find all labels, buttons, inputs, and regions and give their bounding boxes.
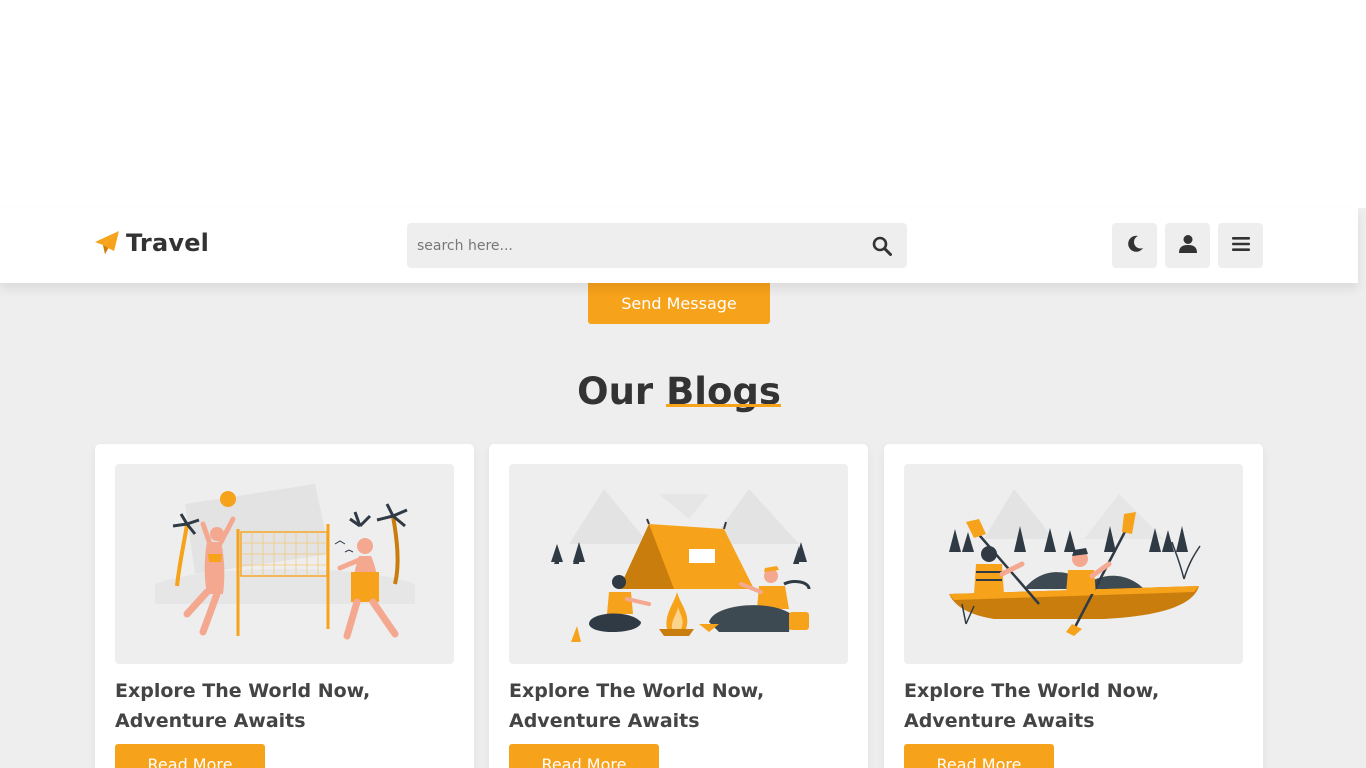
blog-image-kayaking	[904, 464, 1243, 664]
blog-card: Explore The World Now, Adventure Awaits …	[884, 444, 1263, 768]
scrollbar-track[interactable]	[1358, 208, 1366, 768]
page-top-area	[0, 0, 1366, 208]
menu-button[interactable]	[1218, 223, 1263, 268]
blogs-heading: Our Blogs	[0, 370, 1358, 413]
user-account-button[interactable]	[1165, 223, 1210, 268]
send-message-button[interactable]: Send Message	[588, 283, 770, 324]
search-bar	[407, 223, 907, 268]
blogs-heading-part1: Our	[577, 370, 654, 413]
search-input[interactable]	[407, 223, 857, 268]
blog-card-title: Explore The World Now, Adventure Awaits	[509, 680, 765, 732]
menu-icon	[1231, 236, 1250, 256]
blog-card-title: Explore The World Now, Adventure Awaits	[904, 680, 1160, 732]
paper-plane-icon	[94, 230, 120, 256]
blog-card: Explore The World Now, Adventure Awaits …	[489, 444, 868, 768]
user-icon	[1178, 234, 1197, 258]
blog-card-title: Explore The World Now, Adventure Awaits	[115, 680, 371, 732]
logo[interactable]: Travel	[94, 229, 209, 257]
theme-toggle-button[interactable]	[1112, 223, 1157, 268]
read-more-button[interactable]: Read More	[115, 744, 265, 768]
search-icon[interactable]	[857, 223, 907, 268]
blog-image-beach-volleyball	[115, 464, 454, 664]
blog-card: Explore The World Now, Adventure Awaits …	[95, 444, 474, 768]
read-more-button[interactable]: Read More	[904, 744, 1054, 768]
read-more-button[interactable]: Read More	[509, 744, 659, 768]
moon-icon	[1125, 234, 1145, 258]
header: Travel	[0, 208, 1358, 283]
blog-image-camping	[509, 464, 848, 664]
logo-text: Travel	[126, 229, 210, 257]
blogs-heading-part2: Blogs	[666, 370, 781, 413]
